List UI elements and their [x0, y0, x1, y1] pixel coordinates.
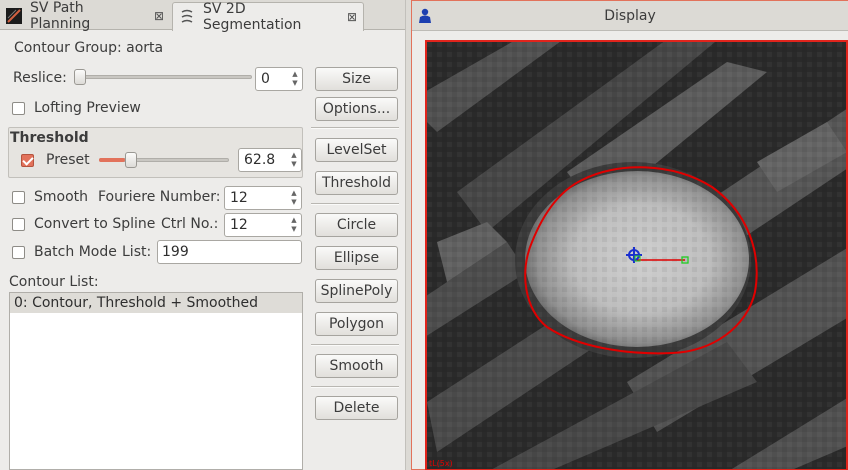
- smooth-checkbox[interactable]: [12, 191, 25, 204]
- tab-bar: SV Path Planning ⊠ SV 2D Segmentation ⊠: [0, 0, 408, 33]
- reslice-slider-handle[interactable]: [74, 69, 86, 85]
- polygon-button[interactable]: Polygon: [315, 312, 398, 336]
- reslice-slider[interactable]: [74, 75, 252, 79]
- preset-value: 62.8: [244, 152, 276, 168]
- ctrl-spinbox[interactable]: 12 ▲ ▼: [224, 213, 302, 237]
- preset-spinbox[interactable]: 62.8 ▲ ▼: [238, 148, 302, 172]
- size-button[interactable]: Size: [315, 67, 398, 91]
- orientation-label: tL(5x): [429, 459, 453, 468]
- list-item[interactable]: 0: Contour, Threshold + Smoothed: [10, 293, 302, 313]
- tab-segmentation[interactable]: SV 2D Segmentation ⊠: [172, 1, 364, 33]
- tab-path-planning-label: SV Path Planning: [30, 0, 91, 32]
- list-input-value: 199: [162, 244, 189, 260]
- display-panel: Display tL(5x): [411, 0, 848, 470]
- preset-slider-handle[interactable]: [125, 152, 137, 168]
- tab-path-planning[interactable]: SV Path Planning ⊠: [0, 0, 170, 32]
- options-button[interactable]: Options...: [315, 97, 398, 121]
- smooth-button[interactable]: Smooth: [315, 354, 398, 378]
- batch-label: Batch Mode: [34, 244, 117, 260]
- close-icon[interactable]: ⊠: [347, 10, 357, 24]
- threshold-button[interactable]: Threshold: [315, 171, 398, 195]
- spin-arrows-icon[interactable]: ▲ ▼: [289, 151, 299, 169]
- spline-label: Convert to Spline: [34, 216, 156, 232]
- spin-arrows-icon[interactable]: ▲ ▼: [290, 70, 300, 88]
- segmentation-icon: [181, 9, 193, 23]
- contour-group-label: Contour Group: aorta: [14, 40, 164, 56]
- display-icon: [419, 8, 431, 23]
- list-label: List:: [122, 244, 152, 260]
- divider: [311, 386, 399, 388]
- display-title: Display: [604, 7, 656, 24]
- delete-button[interactable]: Delete: [315, 396, 398, 420]
- splinepoly-button[interactable]: SplinePoly: [315, 279, 398, 303]
- divider: [311, 344, 399, 346]
- image-viewport[interactable]: tL(5x): [425, 40, 848, 470]
- divider: [311, 127, 399, 129]
- tab-segmentation-label: SV 2D Segmentation: [203, 1, 302, 33]
- medical-image[interactable]: tL(5x): [427, 42, 846, 469]
- reslice-spinbox[interactable]: 0 ▲ ▼: [255, 67, 303, 91]
- preset-checkbox[interactable]: [21, 154, 34, 167]
- contour-list-label: Contour List:: [9, 274, 99, 290]
- ctrl-label: Ctrl No.:: [161, 216, 219, 232]
- threshold-title: Threshold: [10, 130, 89, 146]
- fourier-value: 12: [230, 190, 248, 206]
- smooth-label: Smooth: [34, 189, 89, 205]
- spin-arrows-icon[interactable]: ▲ ▼: [289, 216, 299, 234]
- fourier-spinbox[interactable]: 12 ▲ ▼: [224, 186, 302, 210]
- spin-arrows-icon[interactable]: ▲ ▼: [289, 189, 299, 207]
- divider: [311, 203, 399, 205]
- batch-checkbox[interactable]: [12, 246, 25, 259]
- contour-list[interactable]: 0: Contour, Threshold + Smoothed: [9, 292, 303, 470]
- lofting-label: Lofting Preview: [34, 100, 141, 116]
- spline-checkbox[interactable]: [12, 218, 25, 231]
- display-title-bar: Display: [412, 1, 848, 31]
- levelset-button[interactable]: LevelSet: [315, 138, 398, 162]
- list-input[interactable]: 199: [157, 240, 302, 264]
- segmentation-panel: SV Path Planning ⊠ SV 2D Segmentation ⊠ …: [0, 0, 408, 470]
- close-icon[interactable]: ⊠: [154, 9, 164, 23]
- fourier-label: Fouriere Number:: [98, 189, 221, 205]
- reslice-label: Reslice:: [13, 70, 67, 86]
- reslice-value: 0: [261, 71, 270, 87]
- circle-button[interactable]: Circle: [315, 213, 398, 237]
- preset-slider-fill: [99, 158, 125, 162]
- path-planning-icon: [6, 8, 22, 24]
- ellipse-button[interactable]: Ellipse: [315, 246, 398, 270]
- preset-label: Preset: [46, 152, 90, 168]
- lofting-checkbox[interactable]: [12, 102, 25, 115]
- ctrl-value: 12: [230, 217, 248, 233]
